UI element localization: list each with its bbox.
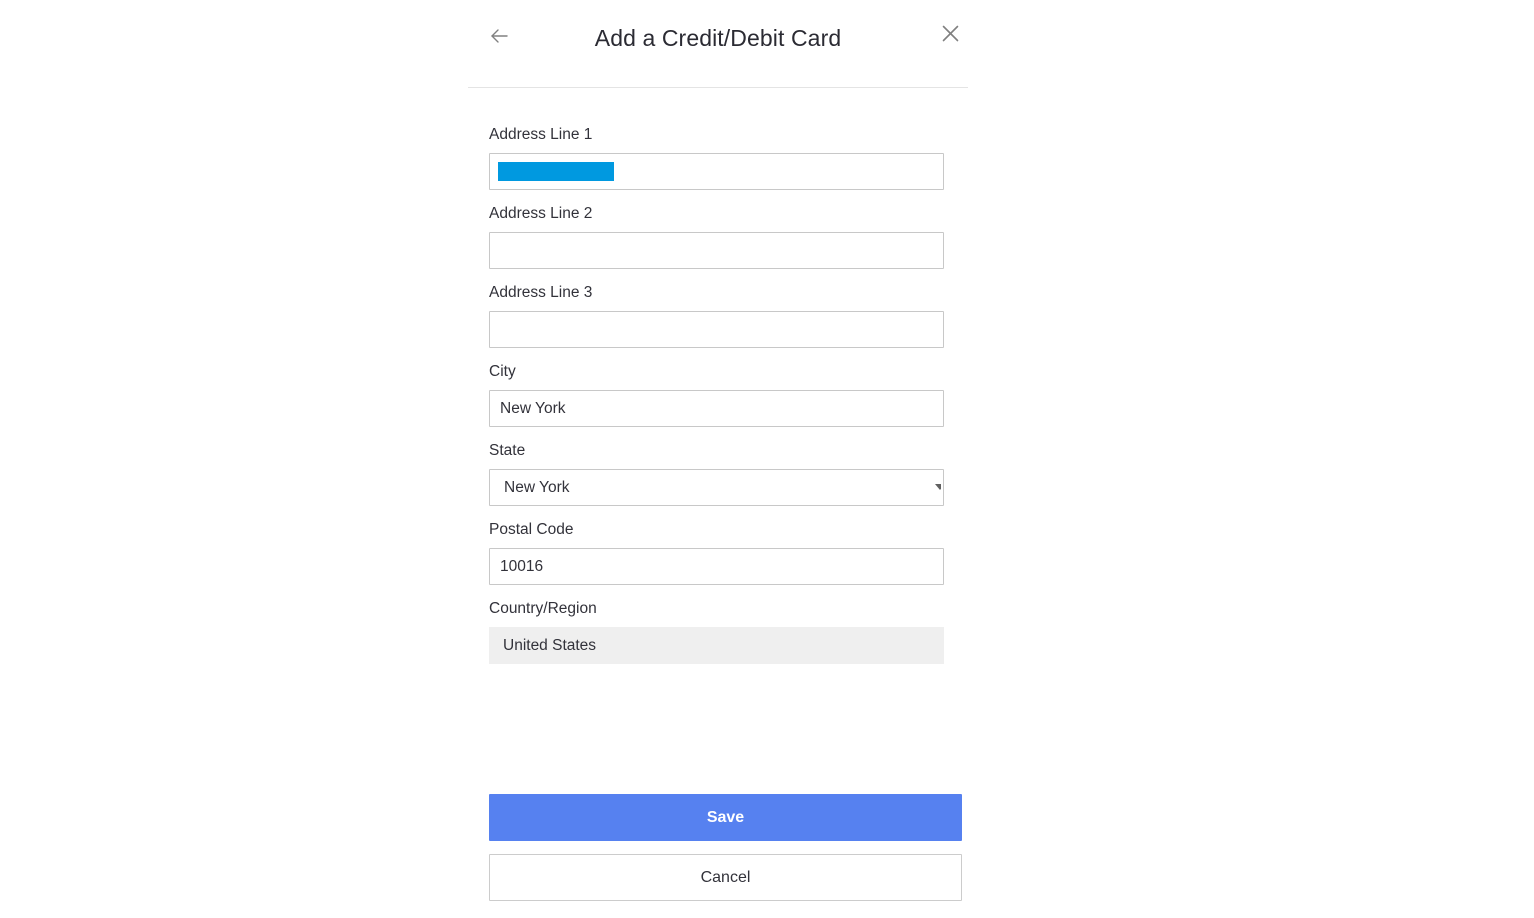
label-city: City: [489, 363, 516, 380]
address-line-1-input-wrap: [489, 153, 944, 190]
field-address-line-2: Address Line 2: [489, 203, 944, 269]
field-address-line-3: Address Line 3: [489, 282, 944, 348]
city-input[interactable]: [489, 390, 944, 427]
close-button[interactable]: [933, 16, 967, 50]
state-select-wrap: New York: [489, 469, 944, 506]
field-postal-code: Postal Code: [489, 519, 944, 585]
dialog-actions: Save Cancel: [489, 794, 962, 901]
postal-code-input[interactable]: [489, 548, 944, 585]
address-line-2-input[interactable]: [489, 232, 944, 269]
state-select[interactable]: New York: [489, 469, 944, 506]
label-state: State: [489, 442, 526, 459]
address-line-3-input[interactable]: [489, 311, 944, 348]
label-address-line-3: Address Line 3: [489, 284, 593, 301]
dialog-title: Add a Credit/Debit Card: [594, 25, 842, 51]
address-line-1-input[interactable]: [489, 153, 944, 190]
country-region-value: United States: [489, 627, 944, 664]
save-button[interactable]: Save: [489, 794, 962, 841]
label-country-region: Country/Region: [489, 600, 597, 617]
label-address-line-2: Address Line 2: [489, 205, 593, 222]
close-icon: [940, 23, 961, 44]
label-address-line-1: Address Line 1: [489, 126, 593, 143]
field-country-region: Country/Region United States: [489, 598, 944, 664]
header-divider: [468, 87, 968, 88]
field-address-line-1: Address Line 1: [489, 124, 944, 190]
billing-address-form: Address Line 1 Address Line 2 Address Li…: [489, 124, 944, 664]
cancel-button[interactable]: Cancel: [489, 854, 962, 901]
field-state: State New York: [489, 440, 944, 506]
dialog-header: Add a Credit/Debit Card: [468, 0, 968, 88]
add-card-dialog: Add a Credit/Debit Card Address Line 1 A…: [468, 0, 968, 918]
field-city: City: [489, 361, 944, 427]
label-postal-code: Postal Code: [489, 521, 574, 538]
